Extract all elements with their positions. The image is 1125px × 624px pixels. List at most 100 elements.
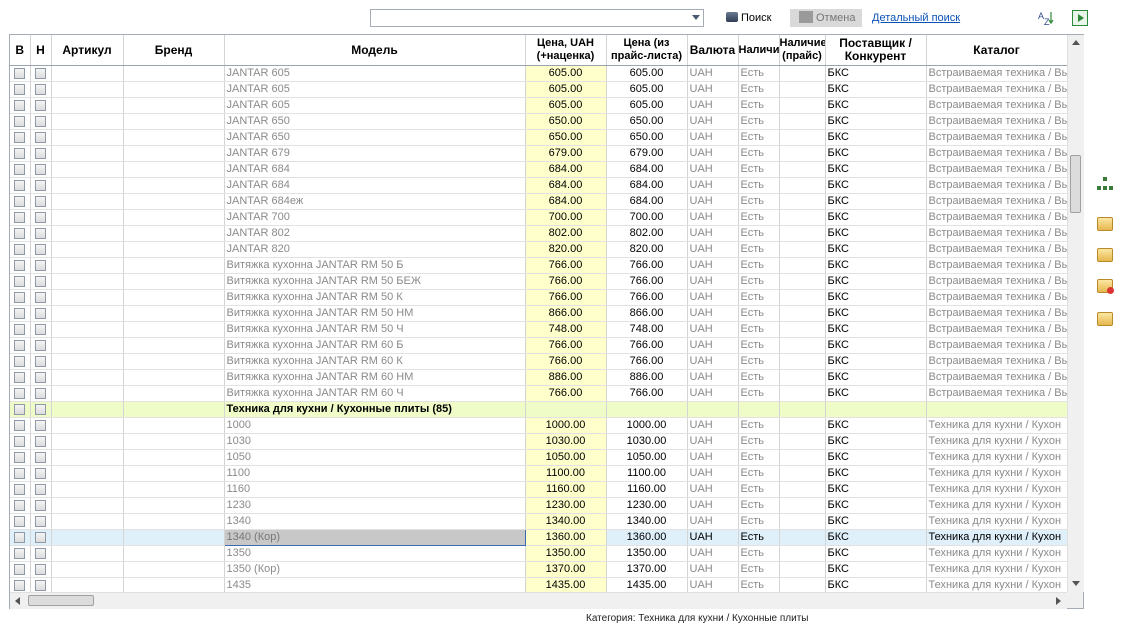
price-list-cell[interactable]: 766.00: [606, 273, 688, 290]
currency-cell[interactable]: UAH: [687, 225, 739, 242]
price-cell[interactable]: 1000.00: [525, 417, 607, 434]
table-row[interactable]: JANTAR 684 684.00 684.00 UAH Есть БКС Встраива…: [10, 177, 1067, 194]
col-header-article[interactable]: Артикул: [51, 35, 124, 66]
b-checkbox[interactable]: [14, 99, 26, 111]
model-cell[interactable]: 1340 (Кор): [223, 529, 526, 546]
table-row[interactable]: JANTAR 679 679.00 679.00 UAH Есть БКС Встраива…: [10, 145, 1067, 162]
availability-price-cell[interactable]: [779, 305, 826, 322]
article-cell[interactable]: [51, 545, 124, 562]
catalog-cell[interactable]: Встраиваемая техника / Вы: [926, 129, 1067, 146]
price-cell[interactable]: 766.00: [525, 257, 607, 274]
availability-cell[interactable]: Есть: [738, 337, 780, 354]
price-cell[interactable]: 650.00: [525, 113, 607, 130]
cancel-button[interactable]: Отмена: [790, 9, 862, 27]
catalog-cell[interactable]: Техника для кухни / Кухон: [926, 513, 1067, 530]
brand-cell[interactable]: [123, 449, 225, 466]
catalog-cell[interactable]: Техника для кухни / Кухон: [926, 465, 1067, 482]
empty-cell[interactable]: [825, 401, 927, 418]
n-checkbox[interactable]: [35, 451, 46, 463]
availability-price-cell[interactable]: [779, 97, 826, 114]
vertical-scroll-thumb[interactable]: [1070, 155, 1081, 213]
price-list-cell[interactable]: 1435.00: [606, 577, 688, 592]
b-checkbox[interactable]: [14, 147, 26, 159]
article-cell[interactable]: [51, 193, 124, 210]
brand-cell[interactable]: [123, 225, 225, 242]
brand-cell[interactable]: [123, 161, 225, 178]
b-checkbox[interactable]: [14, 115, 26, 127]
price-list-cell[interactable]: 684.00: [606, 161, 688, 178]
article-cell[interactable]: [51, 225, 124, 242]
price-cell[interactable]: 1050.00: [525, 449, 607, 466]
currency-cell[interactable]: UAH: [687, 273, 739, 290]
availability-cell[interactable]: Есть: [738, 353, 780, 370]
catalog-cell[interactable]: Встраиваемая техника / Вы: [926, 305, 1067, 322]
col-header-n[interactable]: Н: [30, 35, 52, 66]
price-cell[interactable]: 1435.00: [525, 577, 607, 592]
currency-cell[interactable]: UAH: [687, 193, 739, 210]
n-checkbox[interactable]: [35, 307, 46, 319]
catalog-cell[interactable]: Встраиваемая техника / Вы: [926, 65, 1067, 82]
model-cell[interactable]: JANTAR 605: [224, 81, 526, 98]
currency-cell[interactable]: UAH: [687, 65, 739, 82]
table-row[interactable]: 1230 1230.00 1230.00 UAH Есть БКС Техника для …: [10, 497, 1067, 514]
currency-cell[interactable]: UAH: [687, 129, 739, 146]
n-checkbox[interactable]: [35, 515, 46, 527]
empty-cell[interactable]: [779, 401, 826, 418]
price-cell[interactable]: 1160.00: [525, 481, 607, 498]
price-cell[interactable]: 684.00: [525, 161, 607, 178]
table-row[interactable]: 1050 1050.00 1050.00 UAH Есть БКС Техника для …: [10, 449, 1067, 466]
table-row[interactable]: Витяжка кухонна JANTAR RM 60 К 766.00 766.…: [10, 353, 1067, 370]
supplier-cell[interactable]: БКС: [825, 241, 927, 258]
brand-cell[interactable]: [123, 353, 225, 370]
model-cell[interactable]: 1350: [224, 545, 526, 562]
article-cell[interactable]: [51, 497, 124, 514]
model-cell[interactable]: 1160: [224, 481, 526, 498]
b-checkbox[interactable]: [14, 355, 26, 367]
price-list-cell[interactable]: 1050.00: [606, 449, 688, 466]
n-checkbox[interactable]: [35, 259, 46, 271]
supplier-cell[interactable]: БКС: [825, 225, 927, 242]
price-list-cell[interactable]: 802.00: [606, 225, 688, 242]
price-cell[interactable]: 1340.00: [525, 513, 607, 530]
col-header-b[interactable]: В: [10, 35, 31, 66]
article-cell[interactable]: [51, 241, 124, 258]
n-checkbox[interactable]: [35, 67, 46, 79]
table-row[interactable]: JANTAR 605 605.00 605.00 UAH Есть БКС Встраива…: [10, 65, 1067, 82]
currency-cell[interactable]: UAH: [687, 241, 739, 258]
model-cell[interactable]: JANTAR 605: [224, 65, 526, 82]
availability-price-cell[interactable]: [779, 529, 826, 546]
table-row[interactable]: 1340 1340.00 1340.00 UAH Есть БКС Техника для …: [10, 513, 1067, 530]
availability-cell[interactable]: Есть: [738, 433, 780, 450]
article-cell[interactable]: [51, 529, 124, 546]
price-list-cell[interactable]: 679.00: [606, 145, 688, 162]
b-checkbox[interactable]: [14, 163, 26, 175]
brand-cell[interactable]: [123, 273, 225, 290]
model-cell[interactable]: 1030: [224, 433, 526, 450]
price-cell[interactable]: 802.00: [525, 225, 607, 242]
table-row[interactable]: JANTAR 605 605.00 605.00 UAH Есть БКС Встраива…: [10, 97, 1067, 114]
price-list-cell[interactable]: 886.00: [606, 369, 688, 386]
availability-cell[interactable]: Есть: [738, 209, 780, 226]
brand-cell[interactable]: [123, 177, 225, 194]
availability-price-cell[interactable]: [779, 449, 826, 466]
availability-cell[interactable]: Есть: [738, 577, 780, 592]
b-checkbox[interactable]: [14, 515, 26, 527]
b-checkbox[interactable]: [14, 371, 26, 383]
table-row[interactable]: JANTAR 684еж 684.00 684.00 UAH Есть БКС Встраи…: [10, 193, 1067, 210]
catalog-cell[interactable]: Техника для кухни / Кухон: [926, 529, 1067, 546]
price-list-cell[interactable]: 1340.00: [606, 513, 688, 530]
brand-cell[interactable]: [123, 241, 225, 258]
currency-cell[interactable]: UAH: [687, 369, 739, 386]
supplier-cell[interactable]: БКС: [825, 321, 927, 338]
availability-cell[interactable]: Есть: [738, 161, 780, 178]
catalog-cell[interactable]: Техника для кухни / Кухон: [926, 449, 1067, 466]
article-cell[interactable]: [51, 129, 124, 146]
supplier-cell[interactable]: БКС: [825, 81, 927, 98]
price-list-cell[interactable]: 700.00: [606, 209, 688, 226]
table-row[interactable]: JANTAR 684 684.00 684.00 UAH Есть БКС Встраива…: [10, 161, 1067, 178]
col-header-price-uah[interactable]: Цена, UAH (+наценка): [525, 35, 607, 66]
availability-cell[interactable]: Есть: [738, 529, 780, 546]
table-row[interactable]: JANTAR 650 650.00 650.00 UAH Есть БКС Встраива…: [10, 129, 1067, 146]
n-checkbox[interactable]: [35, 99, 46, 111]
catalog-cell[interactable]: Встраиваемая техника / Вы: [926, 321, 1067, 338]
